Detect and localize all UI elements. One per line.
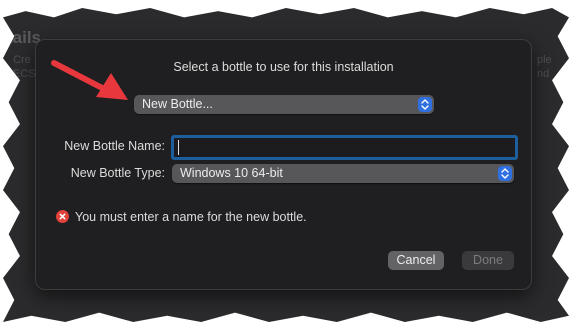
error-message: You must enter a name for the new bottle… bbox=[75, 210, 307, 224]
up-down-chevron-icon bbox=[498, 166, 512, 181]
bottle-name-input[interactable] bbox=[171, 135, 518, 160]
bottle-type-label: New Bottle Type: bbox=[70, 166, 165, 180]
background-fragment: Cre bbox=[13, 54, 31, 66]
error-icon bbox=[56, 210, 69, 223]
background-fragment: ple bbox=[537, 54, 552, 66]
background-fragment: nd bbox=[537, 68, 550, 80]
bottle-type-value: Windows 10 64-bit bbox=[180, 166, 283, 180]
background-fragment: ECS bbox=[13, 68, 36, 80]
bottle-name-label: New Bottle Name: bbox=[64, 139, 165, 153]
annotation-arrow-icon bbox=[51, 60, 128, 100]
done-button[interactable]: Done bbox=[462, 251, 514, 270]
cancel-button[interactable]: Cancel bbox=[388, 251, 444, 270]
up-down-chevron-icon bbox=[418, 97, 432, 112]
bottle-select-value: New Bottle... bbox=[142, 97, 213, 111]
text-caret bbox=[178, 140, 179, 155]
bottle-select[interactable]: New Bottle... bbox=[134, 95, 434, 114]
bottle-type-select[interactable]: Windows 10 64-bit bbox=[172, 164, 514, 183]
validation-error: You must enter a name for the new bottle… bbox=[56, 210, 307, 224]
